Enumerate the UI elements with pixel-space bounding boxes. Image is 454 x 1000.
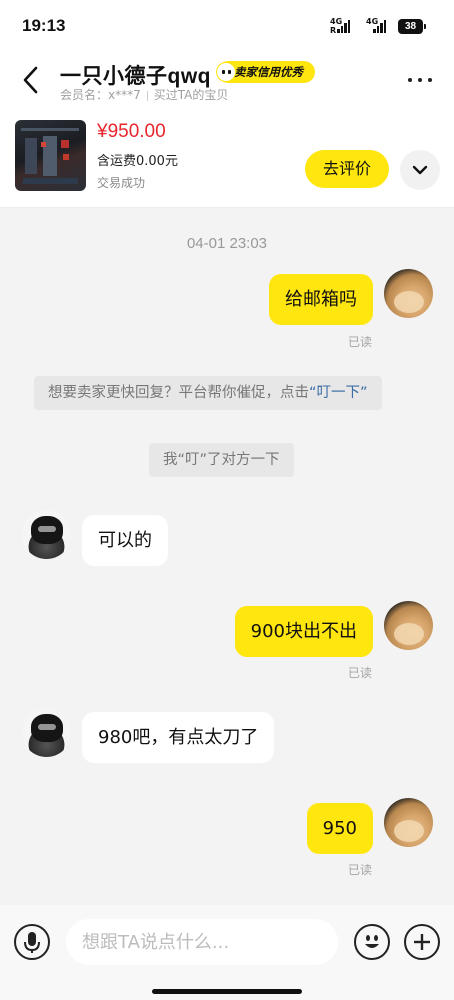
bought-label: 买过TA的宝贝 [153,88,229,102]
chat-timestamp: 04-01 23:03 [186,235,268,252]
plus-icon[interactable] [404,924,440,960]
member-info: 会员名：x***7 买过TA的宝贝 [60,86,228,103]
seller-avatar[interactable] [22,708,71,757]
chat-header: 一只小德子qwq 卖家信用优秀 会员名：x***7 买过TA的宝贝 [0,52,454,107]
signal-2-icon: 4G [366,17,392,35]
member-name: 会员名：x***7 [60,88,141,102]
message-bubble-me[interactable]: 给邮箱吗 [269,274,373,325]
status-bar: 19:13 4G R 4G 38 [0,0,454,52]
review-button[interactable]: 去评价 [305,150,389,188]
home-indicator[interactable] [152,989,302,994]
nudge-hint: 想要卖家更快回复？平台帮你催促，点击“叮一下” [34,376,382,410]
seller-avatar[interactable] [22,510,71,559]
emoji-icon[interactable] [354,924,390,960]
expand-button[interactable] [400,150,440,190]
microphone-icon[interactable] [14,924,50,960]
message-bubble-them[interactable]: 可以的 [82,515,168,566]
message-bubble-them[interactable]: 980吧，有点太刀了 [82,712,275,763]
more-dots-icon[interactable] [404,72,436,88]
signal-1-roaming: R [330,26,337,35]
status-time: 19:13 [22,16,66,35]
my-avatar[interactable] [384,269,433,318]
message-input[interactable] [66,919,338,965]
chevron-down-icon [412,165,428,175]
system-message: 我“叮”了对方一下 [149,443,294,477]
transaction-status: 交易成功 [97,176,146,190]
nudge-link[interactable]: “叮一下” [309,385,368,401]
back-arrow-icon[interactable] [14,62,50,98]
my-avatar[interactable] [384,798,433,847]
input-bar [0,905,454,1000]
read-receipt: 已读 [348,863,373,877]
message-bubble-me[interactable]: 950 [306,803,373,854]
read-receipt: 已读 [348,335,373,349]
nudge-hint-text: 想要卖家更快回复？平台帮你催促，点击 [48,385,309,401]
my-avatar[interactable] [384,601,433,650]
product-thumbnail[interactable] [15,120,86,191]
battery-icon: 38 [398,19,426,34]
seller-credit-badge: 卖家信用优秀 [216,61,315,83]
shipping-fee: 含运费0.00元 [97,154,178,169]
product-card[interactable]: ¥950.00 含运费0.00元 交易成功 去评价 [0,107,454,208]
badge-label: 卖家信用优秀 [234,65,303,79]
read-receipt: 已读 [348,666,373,680]
message-bubble-me[interactable]: 900块出不出 [234,606,373,657]
product-price: ¥950.00 [97,121,166,142]
signal-1-icon: 4G R [330,17,356,35]
badge-face-icon [216,62,236,82]
